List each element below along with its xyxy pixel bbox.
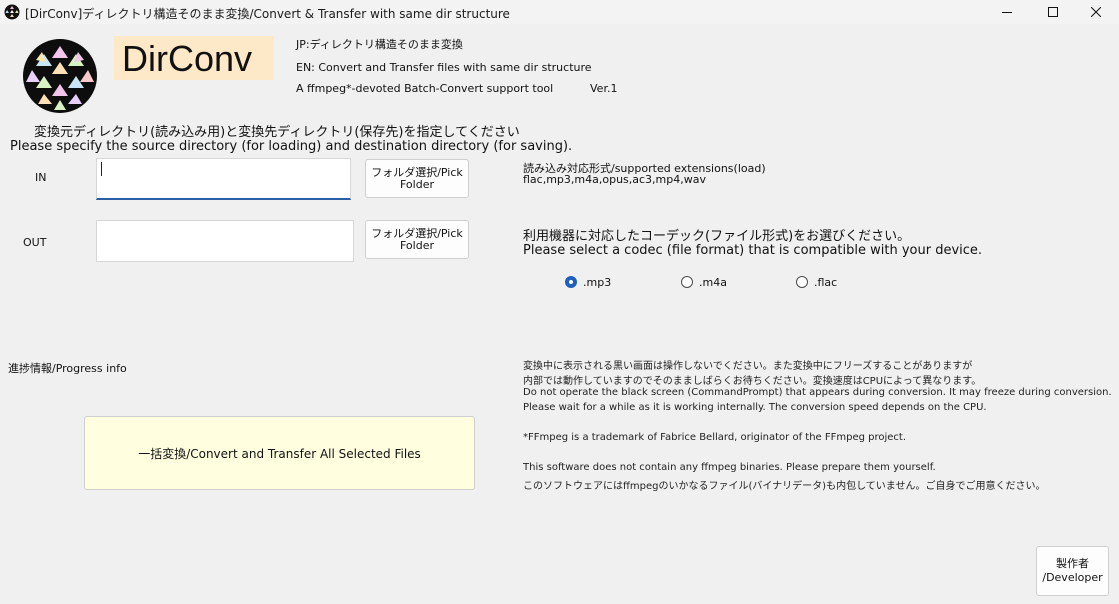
out-label: OUT: [23, 236, 47, 249]
close-button[interactable]: [1073, 0, 1119, 24]
codec-option-mp3[interactable]: .mp3: [565, 275, 645, 291]
logo-icon: [22, 38, 98, 114]
close-icon: [1091, 7, 1101, 17]
convert-all-button[interactable]: 一括変換/Convert and Transfer All Selected F…: [84, 416, 475, 490]
app-brand: DirConv: [122, 38, 253, 79]
description-en: EN: Convert and Transfer files with same…: [296, 61, 592, 74]
pick-output-folder-label-1: フォルダ選択/Pick: [371, 226, 463, 240]
codec-option-label: .mp3: [583, 276, 612, 289]
note-line: This software does not contain any ffmpe…: [523, 462, 936, 473]
codec-option-label: .m4a: [699, 276, 727, 289]
pick-input-folder-label-2: Folder: [399, 177, 434, 191]
note-line: 変換中に表示される黒い画面は操作しないでください。また変換中にフリーズすることが…: [523, 361, 973, 372]
codec-option-flac[interactable]: .flac: [796, 275, 876, 291]
minimize-button[interactable]: [984, 0, 1030, 24]
pick-input-folder-label-1: フォルダ選択/Pick: [371, 165, 463, 179]
radio-unselected-icon: [796, 276, 808, 288]
pick-output-folder-label-2: Folder: [399, 238, 434, 252]
pick-input-folder-button[interactable]: フォルダ選択/Pick Folder: [365, 159, 469, 198]
output-directory-field[interactable]: [96, 220, 354, 262]
radio-unselected-icon: [681, 276, 693, 288]
maximize-icon: [1048, 7, 1058, 17]
in-label: IN: [35, 171, 47, 184]
instruction-en: Please specify the source directory (for…: [10, 139, 573, 154]
pick-output-folder-button[interactable]: フォルダ選択/Pick Folder: [365, 220, 469, 259]
note-line: このソフトウェアにはffmpegのいかなるファイル(バイナリデータ)も内包してい…: [523, 481, 1046, 492]
note-line: 内部では動作していますのでそのまましばらくお待ちください。変換速度はCPUによっ…: [523, 376, 982, 387]
input-directory-field[interactable]: [96, 158, 351, 200]
note-line: Please wait for a while as it is working…: [523, 402, 987, 413]
note-line: Do not operate the black screen (Command…: [523, 387, 1112, 398]
text-caret: [101, 162, 102, 176]
radio-selected-icon: [565, 276, 577, 288]
progress-label: 進捗情報/Progress info: [8, 362, 127, 375]
version-label: Ver.1: [590, 82, 618, 95]
developer-label-2: /Developer: [1042, 571, 1103, 584]
minimize-icon: [1002, 12, 1012, 13]
codec-prompt-jp: 利用機器に対応したコーデック(ファイル形式)をお選びください。: [523, 229, 911, 244]
codec-prompt-en: Please select a codec (file format) that…: [523, 243, 983, 258]
maximize-button[interactable]: [1030, 0, 1076, 24]
instruction-jp: 変換元ディレクトリ(読み込み用)と変換先ディレクトリ(保存先)を指定してください: [34, 125, 520, 140]
trademark-note: *FFmpeg is a trademark of Fabrice Bellar…: [523, 432, 907, 443]
tagline: A ffmpeg*-devoted Batch-Convert support …: [296, 82, 554, 95]
description-jp: JP:ディレクトリ構造そのまま変換: [296, 38, 463, 51]
developer-label-1: 製作者: [1056, 557, 1089, 570]
codec-option-m4a[interactable]: .m4a: [681, 275, 761, 291]
app-icon: [4, 4, 20, 20]
codec-option-label: .flac: [814, 276, 838, 289]
window-title: [DirConv]ディレクトリ構造そのまま変換/Convert & Transf…: [25, 7, 510, 21]
developer-button[interactable]: 製作者 /Developer: [1036, 546, 1109, 596]
extensions-list: flac,mp3,m4a,opus,ac3,mp4,wav: [523, 173, 706, 186]
